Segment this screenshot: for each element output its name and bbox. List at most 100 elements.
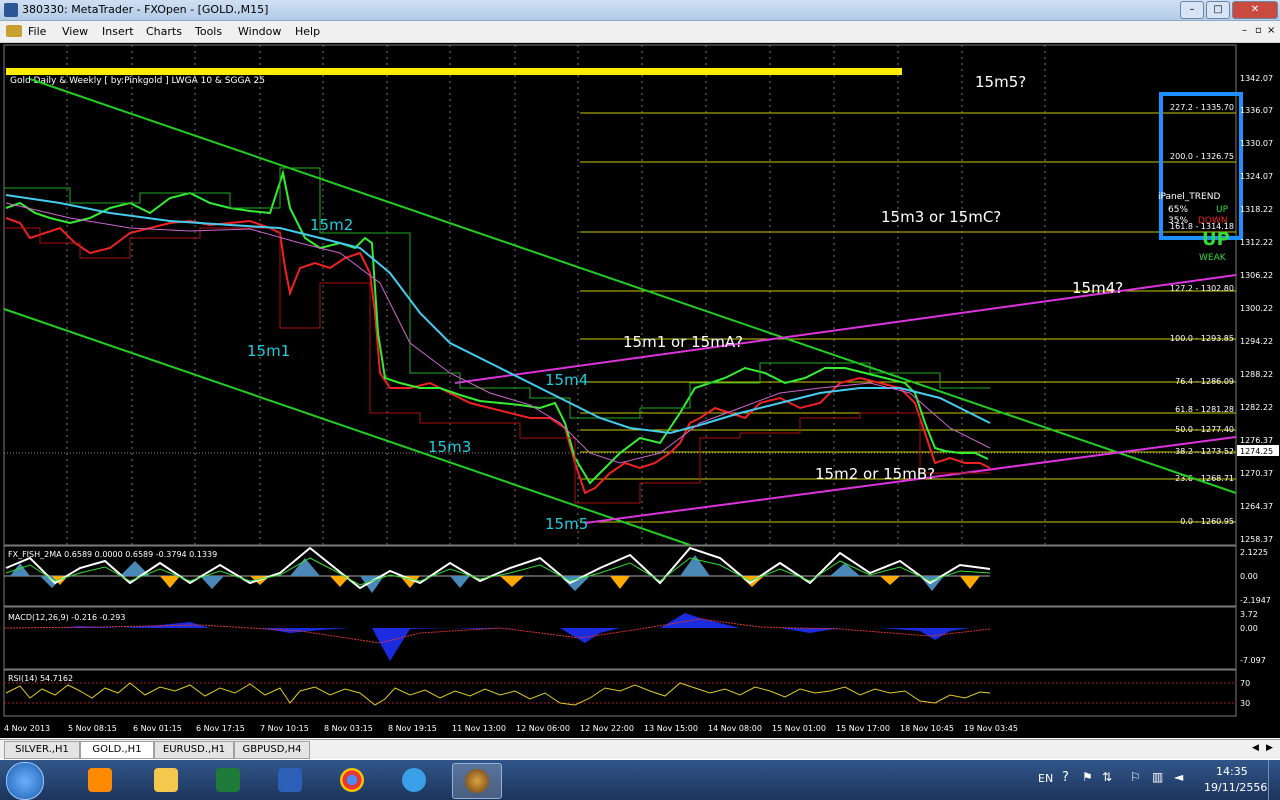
fib-label-227: 227.2 - 1335.70 (1170, 103, 1234, 112)
time-tick: 11 Nov 13:00 (452, 724, 506, 733)
price-scale: 1342.07 1336.07 1330.07 1324.07 1318.22 … (1240, 74, 1273, 544)
macd-scale-bottom: -7.097 (1240, 656, 1266, 665)
fisher-label: FX_FISH_2MA 0.6589 0.0000 0.6589 -0.3794… (8, 550, 217, 559)
tabs-scroll-right-icon[interactable]: ▶ (1266, 743, 1273, 753)
tray-arrows-icon[interactable]: ⇅ (1102, 770, 1112, 784)
fib-label-127: 127.2 - 1302.80 (1170, 284, 1234, 293)
taskbar-media-player[interactable] (76, 763, 124, 797)
price-tick: 1294.22 (1240, 337, 1273, 346)
annotation-15m5-question: 15m5? (975, 73, 1026, 91)
child-minimize-button[interactable]: – (1242, 25, 1247, 36)
tab-silver-h1[interactable]: SILVER.,H1 (4, 741, 80, 759)
tab-gold-h1[interactable]: GOLD.,H1 (80, 741, 154, 759)
menu-file[interactable]: File (28, 25, 46, 38)
clock-time[interactable]: 14:35 (1216, 765, 1248, 778)
price-tick: 1288.22 (1240, 370, 1273, 379)
macd-label: MACD(12,26,9) -0.216 -0.293 (8, 613, 125, 622)
time-tick: 19 Nov 03:45 (964, 724, 1018, 733)
taskbar-excel[interactable] (204, 763, 252, 797)
metatrader-app-icon (4, 3, 18, 17)
start-orb-icon[interactable] (6, 762, 44, 800)
language-indicator[interactable]: EN (1038, 772, 1053, 785)
show-desktop-button[interactable] (1268, 760, 1280, 800)
child-restore-button[interactable]: ▫ (1255, 25, 1262, 36)
time-tick: 15 Nov 01:00 (772, 724, 826, 733)
yellow-highlight-bar (6, 68, 902, 75)
chart-tabs: SILVER.,H1 GOLD.,H1 EURUSD.,H1 GBPUSD,H4… (0, 739, 1280, 759)
price-tick: 1324.07 (1240, 172, 1273, 181)
tray-flag-icon[interactable]: ⚑ (1082, 770, 1093, 784)
clock-date[interactable]: 19/11/2556 (1204, 781, 1267, 794)
fisher-scale-bottom: -2.1947 (1240, 596, 1271, 605)
chart-window[interactable]: Gold Daily & Weekly [ by:Pinkgold ] LWGA… (0, 43, 1280, 738)
ipanel-up-label: UP (1216, 205, 1229, 215)
time-tick: 18 Nov 10:45 (900, 724, 954, 733)
maximize-button[interactable]: □ (1206, 1, 1230, 19)
network-icon[interactable]: ▥ (1152, 770, 1163, 784)
time-tick: 15 Nov 17:00 (836, 724, 890, 733)
taskbar-file-explorer[interactable] (142, 763, 190, 797)
menu-view[interactable]: View (62, 25, 88, 38)
menu-charts[interactable]: Charts (146, 25, 182, 38)
time-tick: 12 Nov 06:00 (516, 724, 570, 733)
macd-scale-top: 3.72 (1240, 610, 1258, 619)
time-tick: 6 Nov 01:15 (133, 724, 182, 733)
price-tick: 1318.22 (1240, 205, 1273, 214)
annotation-15m3-or-15mc: 15m3 or 15mC? (881, 208, 1001, 226)
window-title: 380330: MetaTrader - FXOpen - [GOLD.,M15… (22, 3, 269, 16)
annotation-15m2: 15m2 (310, 216, 353, 234)
annotation-15m4: 15m4 (545, 371, 588, 389)
price-tick: 1264.37 (1240, 502, 1273, 511)
child-close-button[interactable]: × (1267, 25, 1275, 36)
fib-label-0: 0.0 - 1260.95 (1180, 517, 1234, 526)
minimize-button[interactable]: – (1180, 1, 1204, 19)
ipanel-down-percent: 35% (1168, 216, 1188, 226)
annotation-15m2-or-15mb: 15m2 or 15mB? (815, 465, 935, 483)
fib-label-200: 200.0 - 1326.75 (1170, 152, 1234, 161)
rsi-label: RSI(14) 54.7162 (8, 674, 73, 683)
volume-icon[interactable]: ◄ (1174, 770, 1183, 784)
macd-scale-mid: 0.00 (1240, 624, 1258, 633)
menu-help[interactable]: Help (295, 25, 320, 38)
taskbar-metatrader[interactable] (452, 763, 502, 799)
tab-eurusd-h1[interactable]: EURUSD.,H1 (154, 741, 234, 759)
excel-icon (216, 768, 240, 792)
chart-document-icon[interactable] (6, 25, 22, 37)
chrome-icon (340, 768, 364, 792)
time-tick: 8 Nov 19:15 (388, 724, 437, 733)
price-tick: 1282.22 (1240, 403, 1273, 412)
time-tick: 7 Nov 10:15 (260, 724, 309, 733)
fib-label-100: 100.0 - 1293.85 (1170, 334, 1234, 343)
price-tick: 1312.22 (1240, 238, 1273, 247)
price-tick: 1258.37 (1240, 535, 1273, 544)
menu-window[interactable]: Window (238, 25, 281, 38)
fisher-scale-mid: 0.00 (1240, 572, 1258, 581)
price-tick: 1306.22 (1240, 271, 1273, 280)
close-button[interactable]: ✕ (1232, 1, 1278, 19)
macd-panel (3, 606, 1237, 670)
action-center-icon[interactable]: ⚐ (1130, 770, 1141, 784)
time-tick: 8 Nov 03:15 (324, 724, 373, 733)
price-tick: 1342.07 (1240, 74, 1273, 83)
word-icon (278, 768, 302, 792)
time-tick: 4 Nov 2013 (4, 724, 50, 733)
main-chart-frame (3, 44, 1237, 546)
time-tick: 12 Nov 22:00 (580, 724, 634, 733)
macd-scale: 3.72 0.00 -7.097 (1240, 610, 1266, 665)
annotation-15m5: 15m5 (545, 515, 588, 533)
menu-insert[interactable]: Insert (102, 25, 134, 38)
ipanel-down-label: DOWN (1198, 216, 1228, 226)
help-icon[interactable]: ? (1062, 770, 1069, 785)
tabs-scroll-left-icon[interactable]: ◀ (1252, 743, 1259, 753)
price-tick: 1300.22 (1240, 304, 1273, 313)
price-tick: 1336.07 (1240, 106, 1273, 115)
menu-tools[interactable]: Tools (195, 25, 222, 38)
menu-bar: File View Insert Charts Tools Window Hel… (0, 21, 1280, 43)
fib-label-38: 38.2 - 1273.52 (1175, 447, 1234, 456)
tab-gbpusd-h4[interactable]: GBPUSD,H4 (234, 741, 310, 759)
fib-label-61: 61.8 - 1281.28 (1175, 405, 1234, 414)
taskbar-internet-explorer[interactable] (390, 763, 438, 797)
ipanel-weak-label: WEAK (1199, 253, 1227, 263)
taskbar-word[interactable] (266, 763, 314, 797)
taskbar-chrome[interactable] (328, 763, 376, 797)
